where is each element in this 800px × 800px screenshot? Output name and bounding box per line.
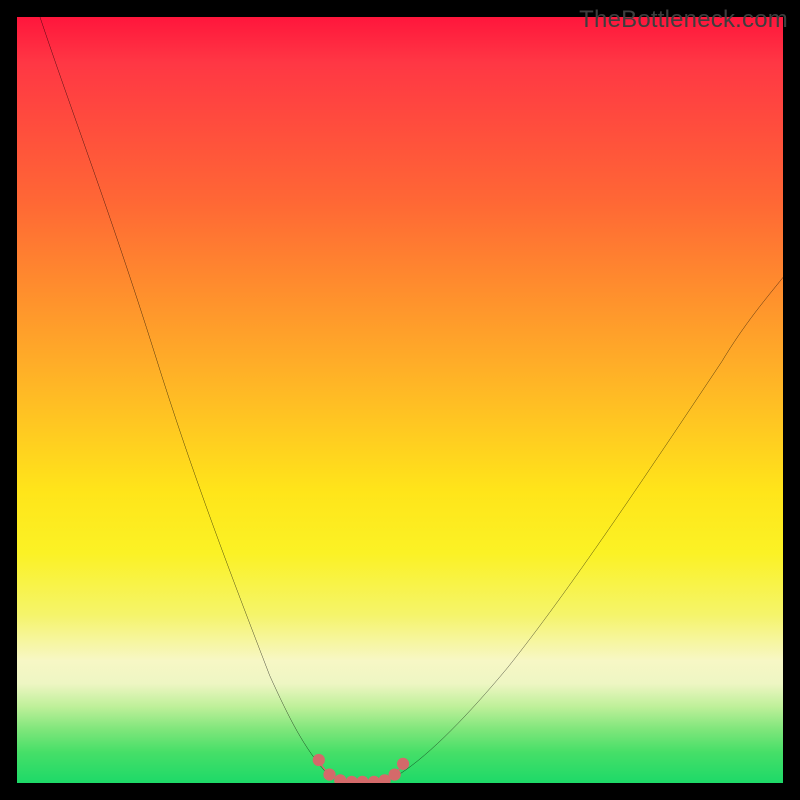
- watermark-label: TheBottleneck.com: [579, 6, 788, 34]
- chart-frame: TheBottleneck.com: [0, 0, 800, 800]
- gradient-plot-background: [17, 17, 783, 783]
